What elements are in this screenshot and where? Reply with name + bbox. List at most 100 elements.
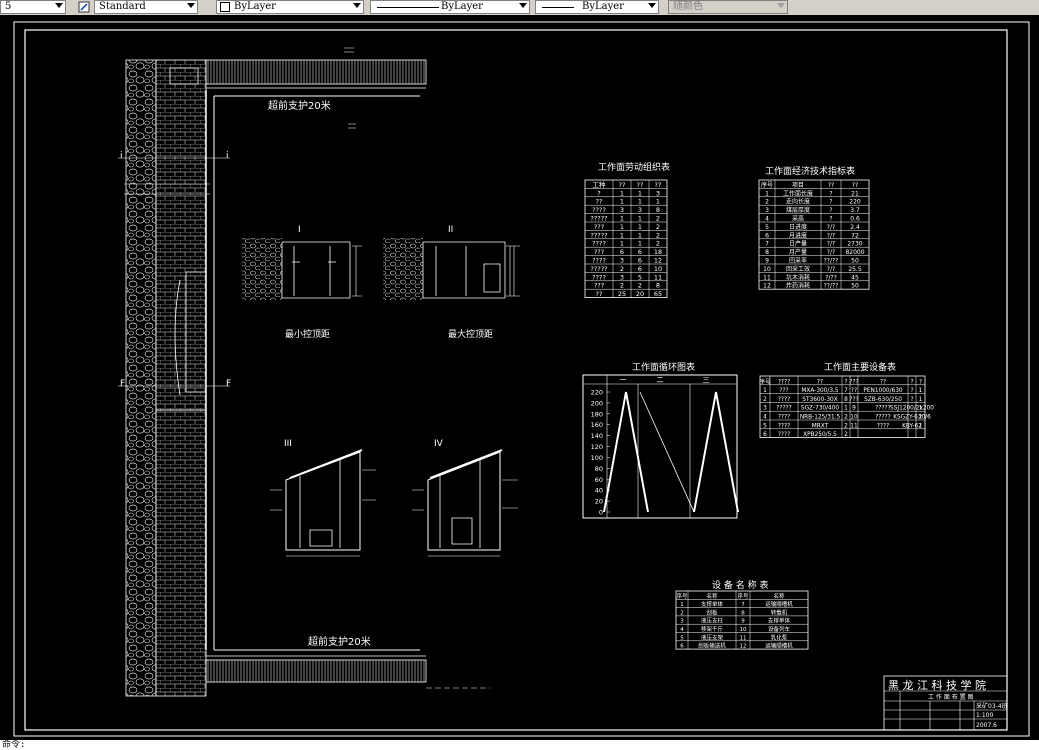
table2-cell: ?/? [827, 224, 835, 231]
section-max-label: 最大控顶距 [448, 328, 493, 340]
table3-cell: 6 [763, 432, 767, 438]
section-i-drawing: I [242, 225, 362, 300]
equipment-name-table: 序号 名称 序号 名称 1 支撑单体 7 运输顺槽机 2 刮板 8 转载机 3 液压支柱 9 支撑单体 4 移架千… [675, 590, 809, 650]
table3-cell: 2 [844, 415, 848, 421]
table4-cell: 刮板输送机 [698, 642, 726, 650]
table1-cell: 11 [654, 273, 662, 281]
text-style-partial-combo[interactable]: 5 [0, 0, 66, 14]
equipment-table: 序号????????????? ?1??? MXA-300/3.5 7?? PEN100… [759, 375, 934, 438]
table1-cell: ????? [590, 231, 607, 239]
table3-cell: ? [910, 397, 913, 403]
table3-cell: 1 [919, 397, 923, 403]
table1-cell: ?? [596, 290, 603, 298]
table1-cell: ????? [590, 265, 607, 273]
table1-cell: 2 [656, 240, 660, 248]
table2-cell: 11 [763, 274, 771, 281]
chart-header: 二 [657, 376, 664, 384]
table2-header-cell: ?? [852, 182, 858, 189]
chevron-down-icon[interactable] [353, 3, 361, 8]
chart-series-2 [693, 391, 739, 513]
table1-cell: ??? [594, 248, 604, 256]
title-block-scale: 1:100 [976, 712, 993, 719]
table1-cell: ???? [592, 240, 606, 248]
table2-cell: 7 [765, 241, 769, 248]
chevron-down-icon[interactable] [519, 3, 527, 8]
table1-cell: 1 [638, 240, 642, 248]
chevron-down-icon[interactable] [187, 3, 195, 8]
table3-cell: 8 [844, 397, 848, 403]
table1-title: 工作面劳动组织表 [598, 161, 670, 173]
table1-header-cell: ?? [637, 181, 644, 189]
top-support-label: 超前支护20米 [268, 99, 331, 112]
table3-cell: ST3600-30X [802, 397, 837, 403]
table3-header-cell: ?? [817, 379, 823, 385]
table3-cell: ??? [849, 397, 858, 403]
chart-y-tick: 20 [595, 498, 603, 506]
table1-cell: 2 [656, 215, 660, 223]
table4-title: 设 备 名 称 表 [712, 579, 768, 591]
table4-cell: 11 [740, 635, 747, 641]
table4-cell: 12 [740, 644, 747, 650]
table1-cell: ??? [594, 282, 604, 290]
table2-header-cell: ?? [828, 182, 834, 189]
table4-header-cell: 名称 [706, 592, 718, 600]
chevron-down-icon[interactable] [777, 3, 785, 8]
table3-cell: PEN1000/630 [863, 388, 903, 394]
table2-cell: ?/? [827, 232, 835, 239]
table3-cell: 2 [844, 432, 848, 438]
table2-cell: 8 [765, 249, 769, 256]
table2-cell: 12 [763, 283, 771, 290]
table3-cell: ????? [776, 406, 791, 412]
table2-cell: 6 [765, 232, 769, 239]
table1-header-cell: 工种 [593, 180, 607, 189]
chart-y-tick: 100 [591, 454, 603, 462]
table2-cell: ? [829, 190, 832, 197]
lineweight-value: ByLayer [582, 1, 624, 12]
table2-cell: ? [829, 199, 832, 206]
table3-header-cell: ? [919, 379, 922, 385]
table2-cell: 50 [851, 283, 859, 290]
plotstyle-combo[interactable]: 随颜色 [668, 0, 788, 14]
text-style-combo[interactable]: Standard [94, 0, 198, 14]
table1-cell: 12 [654, 257, 662, 265]
lineweight-combo[interactable]: ByLayer [535, 0, 659, 14]
cad-drawing[interactable]: i i F F 超前支护20米 超前支护20米 I 最小控顶距 II 最大控顶距… [0, 15, 1039, 740]
table2-cell: 回采工效 [786, 265, 810, 273]
table2-cell: 回采率 [789, 257, 807, 265]
table3-cell: 3 [763, 406, 767, 412]
table3-cell: 1 [919, 406, 923, 412]
plotstyle-value: 随颜色 [673, 1, 703, 12]
table1-cell: 3 [620, 273, 624, 281]
chart-header: 三 [703, 376, 710, 384]
linetype-value: ByLayer [441, 1, 483, 12]
table2-header-cell: 项目 [792, 182, 804, 189]
table4-cell: 运输顺槽机 [765, 600, 793, 608]
table2-cell: 2 [765, 199, 769, 206]
drawing-canvas[interactable]: i i F F 超前支护20米 超前支护20米 I 最小控顶距 II 最大控顶距… [0, 15, 1039, 740]
command-line[interactable]: 命令: [0, 740, 1039, 750]
table4-cell: 移架千斤 [701, 625, 724, 633]
table1-cell: 2 [620, 282, 624, 290]
table3-cell: MRXT [812, 423, 829, 429]
table1-header-cell: ?? [655, 181, 662, 189]
table3-cell: 5 [763, 423, 767, 429]
table1-cell: 2 [656, 223, 660, 231]
table3-cell: 1 [919, 388, 923, 394]
layer-combo[interactable]: ByLayer [216, 0, 364, 14]
chevron-down-icon[interactable] [648, 3, 656, 8]
chevron-down-icon[interactable] [55, 3, 63, 8]
text-style-icon[interactable] [78, 1, 90, 13]
table1-cell: 5 [638, 273, 642, 281]
section-ii-mark: II [448, 225, 453, 235]
table2-cell: 煤层厚度 [786, 206, 810, 214]
table3-cell: ????? [875, 406, 890, 412]
table3-cell: ???? [778, 432, 790, 438]
section-iv-mark: IV [434, 439, 444, 449]
table4-header-cell: 名称 [773, 592, 785, 600]
table3-header-cell: ??? [849, 379, 858, 385]
table1-cell: ???? [592, 206, 606, 214]
linetype-combo[interactable]: ByLayer [370, 0, 530, 14]
table4-cell: 8 [741, 610, 745, 616]
table2-cell: 72 [851, 232, 859, 239]
table3-cell: XPB250/5.5 [803, 432, 837, 438]
